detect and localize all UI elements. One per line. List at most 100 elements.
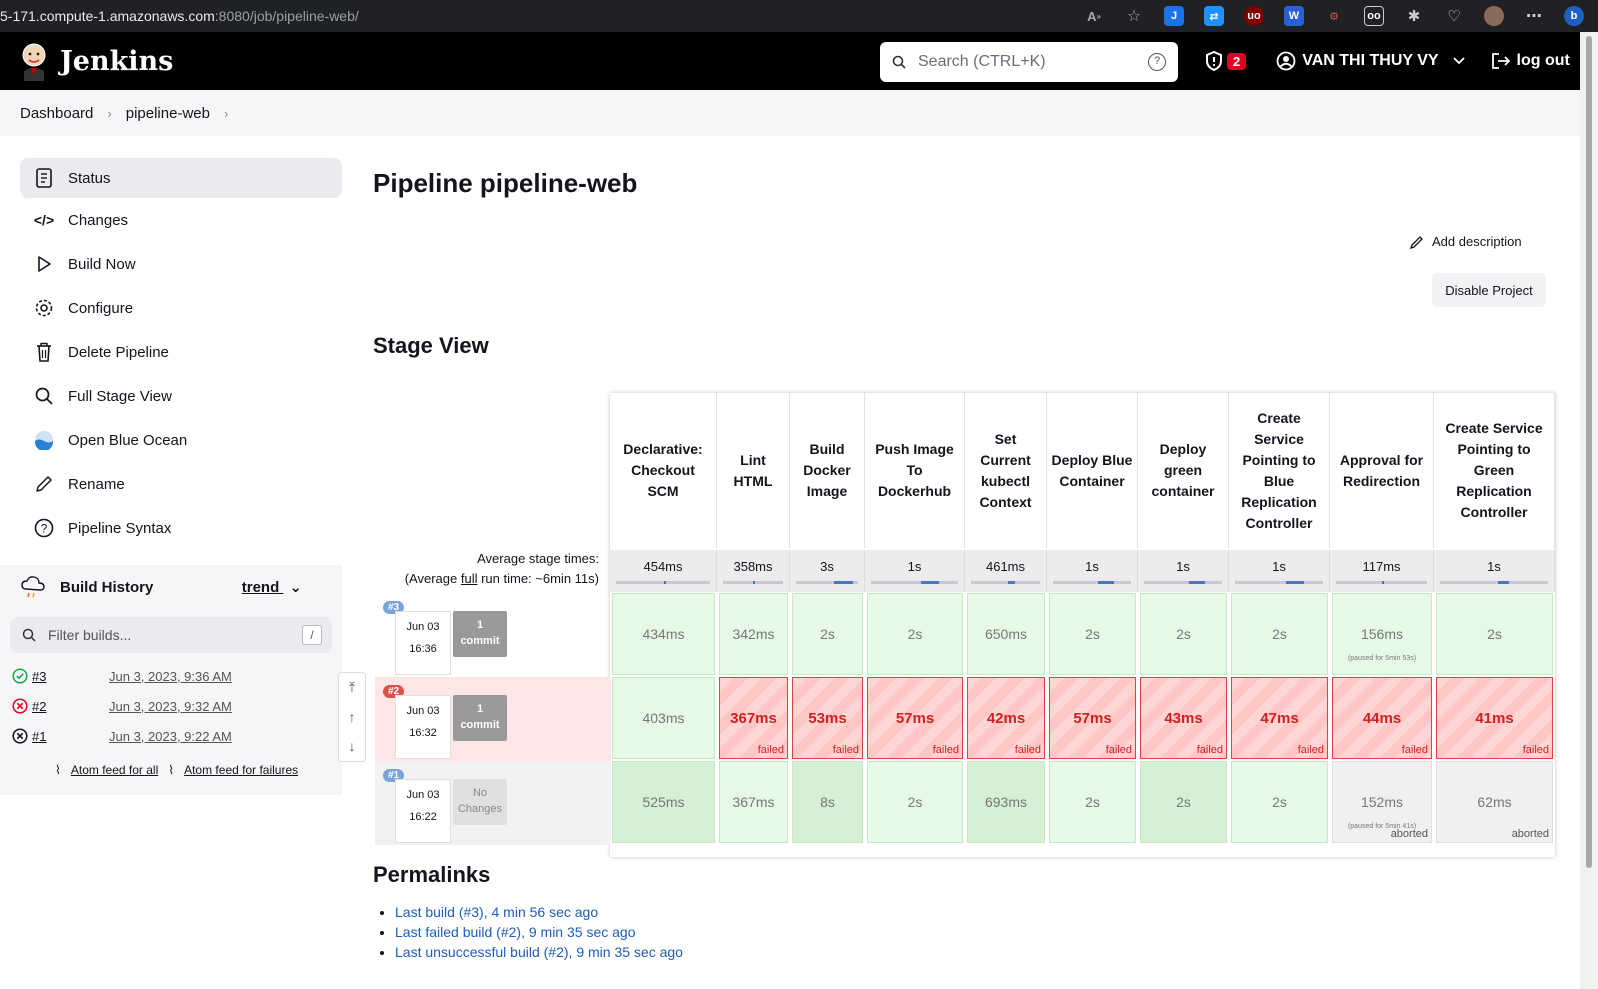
puzzle-icon[interactable]: ✱ bbox=[1404, 6, 1424, 26]
average-time-value: 1s bbox=[907, 559, 922, 574]
stage-cell[interactable]: 693ms bbox=[967, 761, 1045, 843]
extension-icon[interactable]: ⇄ bbox=[1204, 6, 1224, 26]
stage-cell[interactable]: 62ms aborted bbox=[1436, 761, 1553, 843]
stage-cell[interactable]: 41ms failed bbox=[1436, 677, 1553, 759]
search-box[interactable]: Search (CTRL+K) ? bbox=[880, 42, 1178, 82]
stage-cell[interactable]: 2s bbox=[1049, 593, 1136, 675]
build-row[interactable]: #1 Jun 3, 2023, 9:22 AM bbox=[12, 721, 232, 751]
search-input[interactable]: Search (CTRL+K) bbox=[918, 53, 1148, 71]
logout-button[interactable]: log out bbox=[1491, 52, 1570, 70]
scroll-down-icon[interactable]: ↓ bbox=[339, 733, 365, 761]
commit-count[interactable]: No Changes bbox=[453, 779, 507, 825]
search-icon bbox=[892, 55, 906, 69]
build-date[interactable]: Jun 3, 2023, 9:22 AM bbox=[109, 729, 232, 744]
build-link[interactable]: #1 bbox=[32, 729, 46, 744]
bing-icon[interactable]: b bbox=[1564, 6, 1584, 26]
stage-cell[interactable]: 47ms failed bbox=[1231, 677, 1328, 759]
atom-feed-failures-link[interactable]: Atom feed for failures bbox=[184, 763, 298, 777]
sidebar-item-full-stage-view[interactable]: Full Stage View bbox=[20, 374, 342, 418]
sidebar-item-build-now[interactable]: Build Now bbox=[20, 242, 342, 286]
stage-cell[interactable]: 342ms bbox=[719, 593, 788, 675]
stage-cell[interactable]: 525ms bbox=[612, 761, 715, 843]
security-alerts[interactable]: 2 bbox=[1205, 51, 1247, 71]
stage-cell[interactable]: 2s bbox=[1140, 761, 1227, 843]
sidebar-item-configure[interactable]: Configure bbox=[20, 286, 342, 330]
stage-cell[interactable]: 2s bbox=[1436, 593, 1553, 675]
search-help-icon[interactable]: ? bbox=[1148, 53, 1166, 71]
stage-header: Deploy Blue Container bbox=[1047, 393, 1138, 548]
favorites-star-icon[interactable]: ☆ bbox=[1124, 6, 1144, 26]
jenkins-logo[interactable]: Jenkins bbox=[18, 41, 173, 81]
stage-cell[interactable]: 57ms failed bbox=[1049, 677, 1136, 759]
stage-cell[interactable]: 2s bbox=[867, 761, 963, 843]
sidebar-item-changes[interactable]: </> Changes bbox=[20, 198, 342, 242]
stage-cell[interactable]: 403ms bbox=[612, 677, 715, 759]
stage-cell[interactable]: 367ms failed bbox=[719, 677, 788, 759]
failed-icon bbox=[12, 698, 28, 714]
stage-cell[interactable]: 650ms bbox=[967, 593, 1045, 675]
stage-cell[interactable]: 8s bbox=[792, 761, 863, 843]
sidebar-item-pipeline-syntax[interactable]: ? Pipeline Syntax bbox=[20, 506, 342, 550]
stage-cell[interactable]: 53ms failed bbox=[792, 677, 863, 759]
add-description-button[interactable]: Add description bbox=[1410, 234, 1522, 249]
extension-icon[interactable]: oo bbox=[1364, 6, 1384, 26]
url-text[interactable]: 5-171.compute-1.amazonaws.com:8080/job/p… bbox=[0, 8, 359, 24]
ublock-icon[interactable]: uo bbox=[1244, 6, 1264, 26]
extension-icon[interactable]: W bbox=[1284, 6, 1304, 26]
build-link[interactable]: #3 bbox=[32, 669, 46, 684]
stage-cell[interactable]: 152ms (paused for 5min 41s) aborted bbox=[1332, 761, 1432, 843]
scroll-top-icon[interactable]: ⤒ bbox=[339, 673, 365, 703]
scroll-up-icon[interactable]: ↑ bbox=[339, 703, 365, 733]
atom-feed-all-link[interactable]: Atom feed for all bbox=[71, 763, 158, 777]
sidebar-item-open-blue-ocean[interactable]: Open Blue Ocean bbox=[20, 418, 342, 462]
permalink-link[interactable]: Last failed build (#2), 9 min 35 sec ago bbox=[395, 924, 635, 940]
user-menu[interactable]: VAN THI THUY VY bbox=[1276, 51, 1465, 71]
permalink-item: Last build (#3), 4 min 56 sec ago bbox=[395, 902, 683, 922]
play-icon bbox=[34, 254, 54, 274]
profile-avatar[interactable] bbox=[1484, 6, 1504, 26]
health-icon[interactable]: ♡ bbox=[1444, 6, 1464, 26]
page-scrollbar[interactable] bbox=[1580, 32, 1598, 989]
stage-cell[interactable]: 42ms failed bbox=[967, 677, 1045, 759]
extension-icon[interactable]: ⚙ bbox=[1324, 6, 1344, 26]
stage-cell[interactable]: 2s bbox=[792, 593, 863, 675]
extension-icon[interactable]: J bbox=[1164, 6, 1184, 26]
build-date[interactable]: Jun 3, 2023, 9:32 AM bbox=[109, 699, 232, 714]
average-time-value: 358ms bbox=[733, 559, 773, 574]
sidebar-item-status[interactable]: Status bbox=[20, 158, 342, 198]
read-aloud-icon[interactable]: A» bbox=[1084, 6, 1104, 26]
breadcrumb-dashboard[interactable]: Dashboard bbox=[20, 105, 93, 122]
stage-cell[interactable]: 2s bbox=[1049, 761, 1136, 843]
avg-full-link[interactable]: full bbox=[461, 571, 478, 586]
more-icon[interactable]: ⋯ bbox=[1524, 6, 1544, 26]
stage-cell[interactable]: 44ms failed bbox=[1332, 677, 1432, 759]
sidebar-item-delete-pipeline[interactable]: Delete Pipeline bbox=[20, 330, 342, 374]
permalink-link[interactable]: Last build (#3), 4 min 56 sec ago bbox=[395, 904, 598, 920]
stage-cell[interactable]: 2s bbox=[867, 593, 963, 675]
trend-link[interactable]: trend ⌄ bbox=[242, 578, 302, 596]
scrollbar-thumb[interactable] bbox=[1586, 36, 1592, 868]
stage-cell[interactable]: 156ms (paused for 5min 53s) bbox=[1332, 593, 1432, 675]
stage-cell[interactable]: 43ms failed bbox=[1140, 677, 1227, 759]
build-date[interactable]: Jun 3, 2023, 9:36 AM bbox=[109, 669, 232, 684]
sidebar-item-rename[interactable]: Rename bbox=[20, 462, 342, 506]
build-row[interactable]: #3 Jun 3, 2023, 9:36 AM bbox=[12, 661, 232, 691]
chevron-right-icon[interactable]: › bbox=[224, 106, 228, 121]
build-row[interactable]: #2 Jun 3, 2023, 9:32 AM bbox=[12, 691, 232, 721]
stage-cell[interactable]: 2s bbox=[1231, 761, 1328, 843]
security-count-badge: 2 bbox=[1227, 52, 1247, 70]
disable-project-button[interactable]: Disable Project bbox=[1432, 273, 1546, 307]
build-link[interactable]: #2 bbox=[32, 699, 46, 714]
stage-cell[interactable]: 2s bbox=[1231, 593, 1328, 675]
commit-count[interactable]: 1 commit bbox=[453, 611, 507, 657]
permalink-link[interactable]: Last unsuccessful build (#2), 9 min 35 s… bbox=[395, 944, 683, 960]
stage-cell[interactable]: 434ms bbox=[612, 593, 715, 675]
breadcrumb-pipeline-web[interactable]: pipeline-web bbox=[126, 105, 210, 122]
trash-icon bbox=[34, 342, 54, 362]
stage-cell[interactable]: 367ms bbox=[719, 761, 788, 843]
stage-cell[interactable]: 2s bbox=[1140, 593, 1227, 675]
commit-count[interactable]: 1 commit bbox=[453, 695, 507, 741]
stage-cell[interactable]: 57ms failed bbox=[867, 677, 963, 759]
filter-builds-input[interactable]: Filter builds... / bbox=[10, 617, 332, 653]
stage-duration: 57ms bbox=[1073, 709, 1112, 727]
